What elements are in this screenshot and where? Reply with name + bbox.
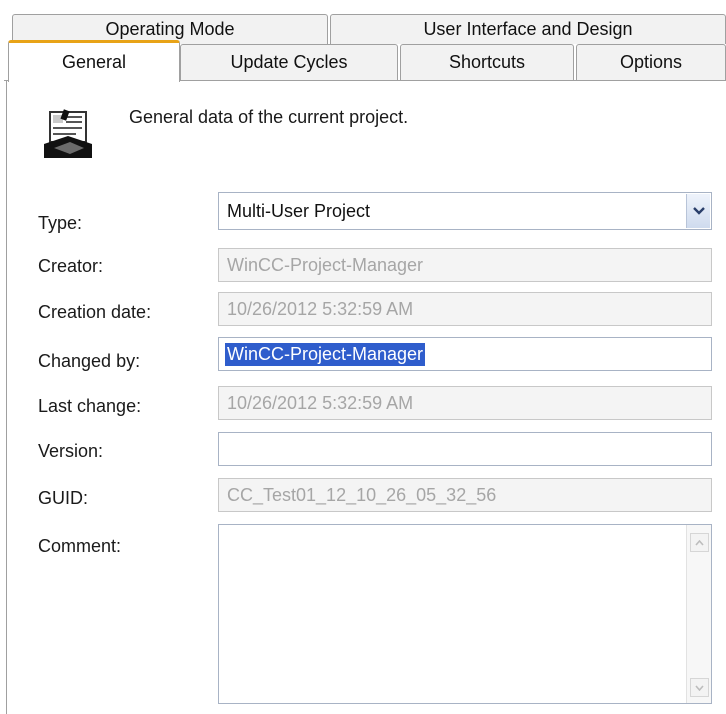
tab-label: Operating Mode — [105, 19, 235, 39]
creation-date-field: 10/26/2012 5:32:59 AM — [218, 292, 712, 326]
panel-description: General data of the current project. — [129, 107, 409, 127]
guid-field: CC_Test01_12_10_26_05_32_56 — [218, 478, 712, 512]
tab-label: General — [61, 52, 127, 72]
comment-textarea[interactable] — [218, 524, 712, 704]
tab-shortcuts[interactable]: Shortcuts — [400, 44, 574, 80]
last-change-label: Last change: — [38, 396, 142, 416]
changed-by-value: WinCC-Project-Manager — [225, 342, 426, 366]
guid-label: GUID: — [38, 488, 89, 508]
type-value: Multi-User Project — [227, 200, 371, 221]
version-field[interactable] — [218, 432, 712, 466]
creator-label: Creator: — [38, 256, 104, 276]
comment-label: Comment: — [38, 536, 122, 556]
tab-label: User Interface and Design — [423, 19, 633, 39]
scroll-down-icon[interactable] — [690, 678, 709, 697]
scroll-up-icon[interactable] — [690, 533, 709, 552]
last-change-value: 10/26/2012 5:32:59 AM — [227, 392, 414, 413]
tab-user-interface-and-design[interactable]: User Interface and Design — [330, 14, 726, 44]
project-properties-icon — [44, 109, 92, 158]
version-label: Version: — [38, 441, 104, 461]
tab-label: Shortcuts — [448, 52, 526, 72]
tab-label: Options — [619, 52, 683, 72]
type-label: Type: — [38, 213, 83, 233]
chevron-down-icon[interactable] — [686, 194, 710, 228]
changed-by-label: Changed by: — [38, 351, 141, 371]
creator-field: WinCC-Project-Manager — [218, 248, 712, 282]
creator-value: WinCC-Project-Manager — [227, 254, 424, 275]
tab-general[interactable]: General — [8, 40, 180, 82]
properties-dialog: Operating Mode User Interface and Design… — [0, 0, 726, 714]
last-change-field: 10/26/2012 5:32:59 AM — [218, 386, 712, 420]
tab-options[interactable]: Options — [576, 44, 726, 80]
changed-by-field[interactable]: WinCC-Project-Manager — [218, 337, 712, 371]
creation-date-label: Creation date: — [38, 302, 152, 322]
type-dropdown[interactable]: Multi-User Project — [218, 192, 712, 230]
comment-scrollbar[interactable] — [686, 525, 711, 703]
tab-label: Update Cycles — [230, 52, 348, 72]
guid-value: CC_Test01_12_10_26_05_32_56 — [227, 484, 497, 505]
tab-update-cycles[interactable]: Update Cycles — [180, 44, 398, 80]
creation-date-value: 10/26/2012 5:32:59 AM — [227, 298, 414, 319]
